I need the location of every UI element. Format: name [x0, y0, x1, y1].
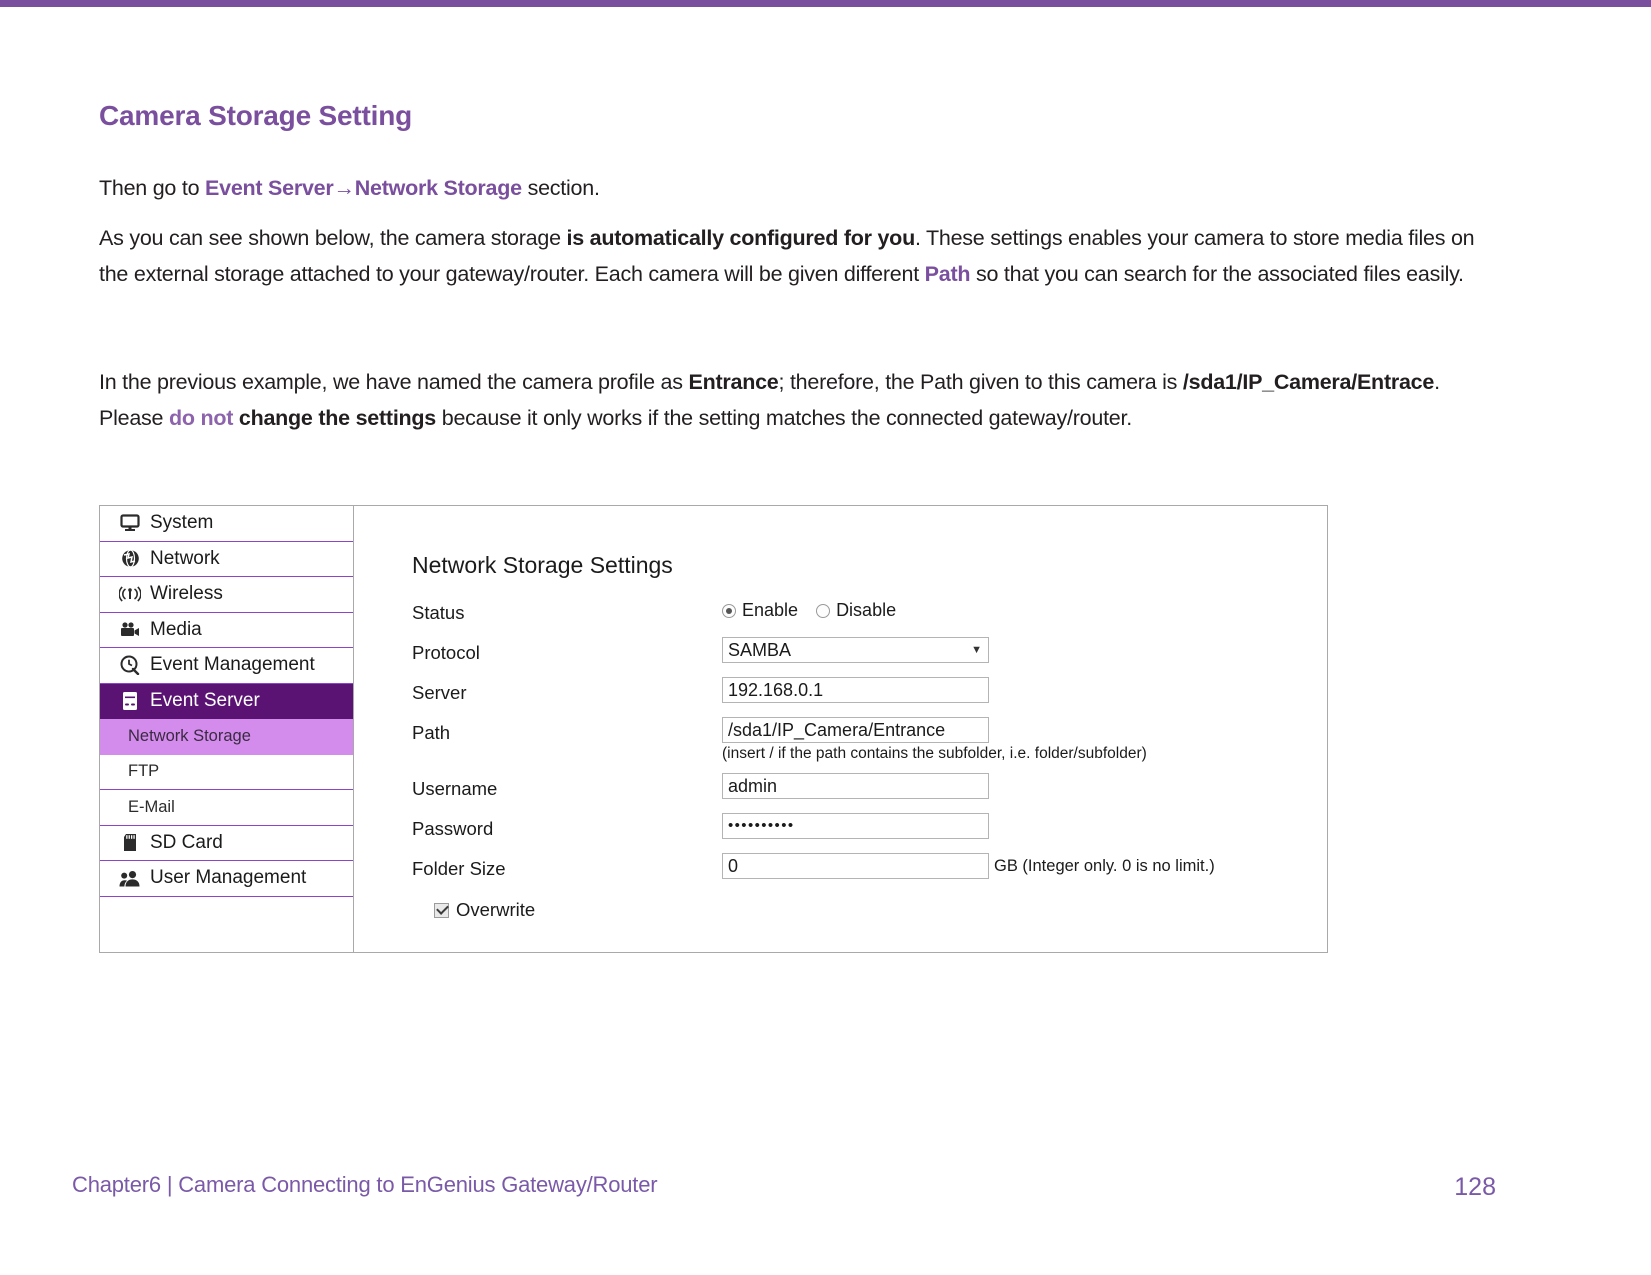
globe-icon	[114, 549, 146, 568]
panel-title: Network Storage Settings	[412, 552, 673, 578]
para3-path-value: /sda1/IP_Camera/Entrace	[1182, 370, 1435, 394]
status-label: Status	[412, 602, 465, 623]
field-row-password: Password ••••••••••	[412, 813, 1327, 843]
field-row-status: Status Enable Disable	[412, 597, 1327, 627]
video-camera-icon	[114, 622, 146, 638]
sidebar-item-label: Media	[150, 618, 202, 640]
folder-size-input[interactable]: 0	[722, 853, 989, 879]
field-row-folder-size: Folder Size 0 GB (Integer only. 0 is no …	[412, 853, 1327, 883]
sidebar-filler	[100, 896, 353, 933]
overwrite-checkbox-row[interactable]: Overwrite	[434, 899, 1327, 921]
server-icon	[114, 691, 146, 711]
radio-enable[interactable]: Enable	[722, 600, 798, 621]
document-content: Camera Storage Setting Then go to Event …	[99, 100, 1499, 450]
username-input[interactable]: admin	[722, 773, 989, 799]
sidebar-item-label: Event Management	[150, 654, 315, 676]
paragraph-auto-config: As you can see shown below, the camera s…	[99, 220, 1499, 292]
para2-t1: As you can see shown below, the camera s…	[99, 226, 567, 250]
sidebar-item-event-management[interactable]: Event Management	[100, 648, 353, 684]
username-label: Username	[412, 778, 498, 799]
password-label: Password	[412, 818, 494, 839]
para3-do-not: do not	[168, 406, 234, 430]
para2-b1: is automatically configured for you	[566, 226, 916, 250]
sd-card-icon	[114, 833, 146, 852]
sidebar-item-user-management[interactable]: User Management	[100, 861, 353, 897]
camera-ui-sidebar: System Network Wireless Media Event Mana…	[100, 506, 354, 952]
sidebar-item-label: Network	[150, 547, 220, 569]
sidebar-item-network-storage[interactable]: Network Storage	[100, 719, 353, 755]
para3-entrance: Entrance	[688, 370, 779, 394]
para3-t4: because it only works if the setting mat…	[436, 406, 1132, 430]
para1-pre: Then go to	[99, 176, 206, 200]
sidebar-item-sd-card[interactable]: SD Card	[100, 825, 353, 861]
sidebar-item-system[interactable]: System	[100, 506, 353, 542]
link-event-server: Event Server	[205, 176, 334, 200]
sidebar-item-label: FTP	[128, 762, 160, 781]
clock-search-icon	[114, 655, 146, 676]
protocol-label: Protocol	[412, 642, 480, 663]
path-label: Path	[412, 722, 451, 743]
folder-size-label: Folder Size	[412, 858, 506, 879]
sidebar-item-label: SD Card	[150, 831, 223, 853]
link-network-storage: Network Storage	[354, 176, 522, 200]
path-hint-text: (insert / if the path contains the subfo…	[722, 745, 1147, 762]
page-number: 128	[1454, 1173, 1496, 1201]
top-accent-bar	[0, 0, 1651, 7]
folder-size-hint-text: GB (Integer only. 0 is no limit.)	[994, 857, 1215, 875]
sidebar-item-ftp[interactable]: FTP	[100, 754, 353, 790]
radio-dot-disable-icon	[816, 603, 831, 618]
network-storage-panel: Network Storage Settings Status Enable D…	[354, 506, 1327, 952]
overwrite-label: Overwrite	[456, 899, 536, 920]
page-title: Camera Storage Setting	[99, 100, 413, 131]
para2-path-term: Path	[924, 262, 971, 286]
sidebar-item-label: E-Mail	[128, 797, 175, 816]
users-icon	[114, 870, 146, 887]
sidebar-item-network[interactable]: Network	[100, 541, 353, 577]
password-input[interactable]: ••••••••••	[722, 813, 989, 839]
chevron-down-icon: ▼	[971, 644, 982, 656]
embedded-screenshot: System Network Wireless Media Event Mana…	[99, 505, 1328, 953]
radio-enable-label: Enable	[742, 600, 799, 620]
radio-disable[interactable]: Disable	[816, 600, 896, 621]
document-page: Camera Storage Setting Then go to Event …	[0, 0, 1651, 1275]
path-input[interactable]: /sda1/IP_Camera/Entrance	[722, 717, 989, 743]
server-label: Server	[412, 682, 467, 703]
monitor-icon	[114, 514, 146, 532]
radio-disable-label: Disable	[836, 600, 897, 620]
sidebar-item-label: Wireless	[150, 583, 223, 605]
para2-t3: so that you can search for the associate…	[970, 262, 1464, 286]
page-footer: Chapter6 | Camera Connecting to EnGenius…	[0, 1155, 1651, 1275]
para3-change-settings: change the settings	[233, 406, 437, 430]
sidebar-item-media[interactable]: Media	[100, 612, 353, 648]
wireless-signal-icon	[114, 586, 146, 602]
para1-post: section.	[521, 176, 600, 200]
paragraph-example: In the previous example, we have named t…	[99, 364, 1499, 436]
field-row-path: Path /sda1/IP_Camera/Entrance (insert / …	[412, 717, 1327, 763]
checkbox-overwrite-icon[interactable]	[434, 902, 449, 918]
radio-dot-enable-icon	[722, 603, 736, 618]
field-row-server: Server 192.168.0.1	[412, 677, 1327, 707]
protocol-select[interactable]: SAMBA ▼	[722, 637, 989, 663]
field-row-protocol: Protocol SAMBA ▼	[412, 637, 1327, 667]
sidebar-item-label: System	[150, 512, 214, 534]
protocol-selected-value: SAMBA	[728, 640, 792, 660]
sidebar-item-label: Event Server	[150, 689, 260, 711]
server-input[interactable]: 192.168.0.1	[722, 677, 989, 703]
sidebar-item-label: Network Storage	[128, 726, 251, 745]
footer-chapter-text: Chapter6 | Camera Connecting to EnGenius…	[72, 1172, 658, 1197]
arrow-glyph-icon: →	[333, 176, 356, 200]
para3-t2: ; therefore, the Path given to this came…	[778, 370, 1183, 394]
status-radio-group: Enable Disable	[722, 597, 1327, 621]
sidebar-item-label: User Management	[150, 867, 307, 889]
sidebar-item-event-server[interactable]: Event Server	[100, 683, 353, 719]
paragraph-intro: Then go to Event Server→Network Storage …	[99, 170, 1499, 206]
para3-t1: In the previous example, we have named t…	[99, 370, 689, 394]
field-row-username: Username admin	[412, 773, 1327, 803]
sidebar-item-wireless[interactable]: Wireless	[100, 577, 353, 613]
sidebar-item-email[interactable]: E-Mail	[100, 790, 353, 826]
